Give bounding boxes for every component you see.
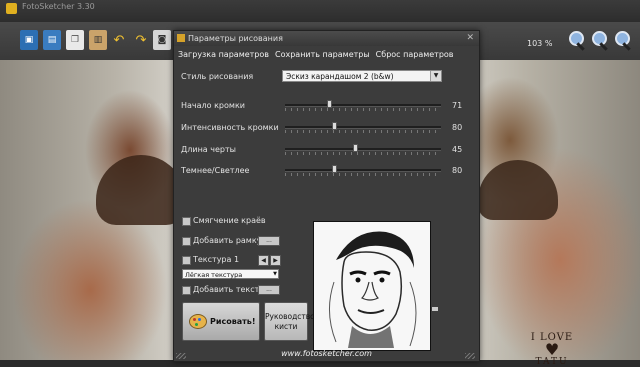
guide-button-line1: Руководство <box>265 312 315 321</box>
app-titlebar: FotoSketcher 3.30 <box>0 0 640 22</box>
zoom-out-icon[interactable] <box>590 30 610 52</box>
guide-button-line2: кисти <box>274 322 298 331</box>
menu-reset-params[interactable]: Сброс параметров <box>376 50 454 59</box>
save-image-icon[interactable]: ▤ <box>43 30 61 50</box>
add-text-checkbox[interactable] <box>182 286 191 295</box>
dialog-app-icon <box>177 34 185 42</box>
app-logo-icon <box>6 3 17 14</box>
texture-next-icon[interactable]: ▶ <box>270 255 281 266</box>
pencil-icon <box>432 307 438 311</box>
menu-save-params[interactable]: Сохранить параметры <box>275 50 370 59</box>
slider-thumb[interactable] <box>353 144 358 152</box>
dialog-menu: Загрузка параметров Сохранить параметры … <box>178 50 454 59</box>
undo-icon[interactable]: ↶ <box>110 30 128 50</box>
slider-stroke-length[interactable] <box>285 144 441 155</box>
zoom-in-icon[interactable] <box>567 30 587 52</box>
style-label: Стиль рисования <box>181 72 254 81</box>
slider-thumb[interactable] <box>332 122 337 130</box>
resize-grip-icon[interactable] <box>465 353 475 359</box>
texture-label: Текстура 1 <box>193 255 240 264</box>
brush-guide-button[interactable]: Руководство кисти <box>264 302 315 341</box>
slider-darker-lighter[interactable] <box>285 165 441 176</box>
palette-icon <box>189 314 207 329</box>
sketch-preview-image <box>314 222 430 350</box>
slider-thumb[interactable] <box>327 100 332 108</box>
app-title: FotoSketcher 3.30 <box>22 2 95 11</box>
style-select[interactable]: Эскиз карандашом 2 (b&w) ▼ <box>282 70 442 82</box>
smooth-edges-label: Смягчение краёв <box>193 216 266 225</box>
website-link[interactable]: www.fotosketcher.com <box>174 349 479 358</box>
slider-label-edge-start: Начало кромки <box>181 101 245 110</box>
camera-icon[interactable]: ◙ <box>153 30 171 50</box>
add-frame-checkbox[interactable] <box>182 237 191 246</box>
texture-prev-icon[interactable]: ◀ <box>258 255 269 266</box>
zoom-fit-icon[interactable] <box>613 30 633 52</box>
open-image-icon[interactable]: ▣ <box>20 30 38 50</box>
zoom-level: 103 % <box>527 39 553 48</box>
dialog-titlebar: Параметры рисования ✕ <box>174 31 479 46</box>
resize-grip-left[interactable] <box>176 353 186 359</box>
slider-value-stroke-length: 45 <box>452 145 463 154</box>
add-text-label: Добавить текст <box>193 285 260 294</box>
slider-value-edge-intensity: 80 <box>452 123 463 132</box>
menu-load-params[interactable]: Загрузка параметров <box>178 50 269 59</box>
tattoo-text: I LOVE ♥ TATU <box>522 332 582 367</box>
texture-select[interactable]: Лёгкая текстура ▼ <box>182 269 279 279</box>
texture-checkbox[interactable] <box>182 256 191 265</box>
close-icon[interactable]: ✕ <box>466 33 474 43</box>
slider-label-stroke-length: Длина черты <box>181 145 236 154</box>
slider-edge-start[interactable] <box>285 100 441 111</box>
copy-icon[interactable]: ❐ <box>66 30 84 50</box>
dialog-title: Параметры рисования <box>188 34 283 43</box>
slider-value-darker-lighter: 80 <box>452 166 463 175</box>
frame-options-button[interactable]: ... <box>258 236 280 246</box>
text-options-button[interactable]: ... <box>258 285 280 295</box>
slider-edge-intensity[interactable] <box>285 122 441 133</box>
redo-icon[interactable]: ↷ <box>132 30 150 50</box>
drawing-parameters-dialog: Параметры рисования ✕ Загрузка параметро… <box>173 30 480 362</box>
slider-thumb[interactable] <box>332 165 337 173</box>
smooth-edges-checkbox[interactable] <box>182 217 191 226</box>
sketch-preview[interactable] <box>313 221 431 351</box>
photo-subject-head-right <box>478 160 558 220</box>
chevron-down-icon: ▼ <box>273 271 277 277</box>
slider-value-edge-start: 71 <box>452 101 463 110</box>
draw-button[interactable]: Рисовать! <box>182 302 260 341</box>
slider-label-edge-intensity: Интенсивность кромки <box>181 123 279 132</box>
chevron-down-icon: ▼ <box>430 71 441 81</box>
draw-button-label: Рисовать! <box>210 317 256 326</box>
heart-icon: ♥ <box>544 340 560 359</box>
paste-icon[interactable]: ▥ <box>89 30 107 50</box>
slider-label-darker-lighter: Темнее/Светлее <box>181 166 250 175</box>
add-frame-label: Добавить рамку <box>193 236 262 245</box>
